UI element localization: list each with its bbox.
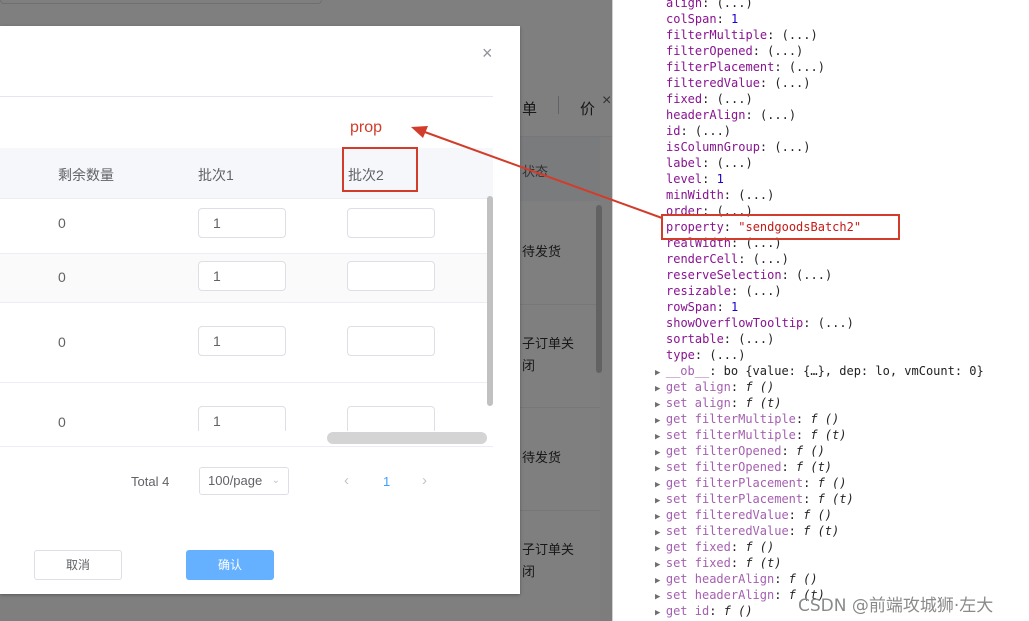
annotation-arrow-layer [411, 126, 663, 219]
annotation-arrowhead [411, 126, 428, 138]
annotation-arrow-line [421, 130, 663, 219]
watermark: CSDN @前端攻城狮·左大 [798, 596, 994, 616]
